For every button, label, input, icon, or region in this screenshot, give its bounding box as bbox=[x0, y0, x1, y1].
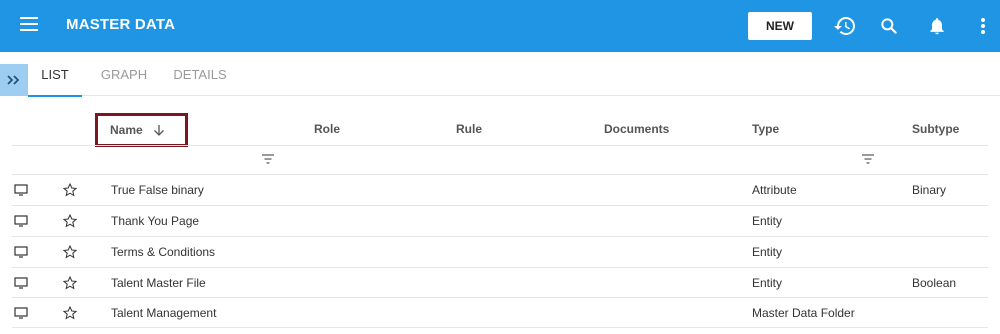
row-name[interactable]: True False binary bbox=[111, 175, 204, 205]
table-row[interactable]: Talent Master File Entity Boolean bbox=[12, 268, 988, 298]
star-icon[interactable] bbox=[63, 306, 77, 320]
rule-column-header[interactable]: Rule bbox=[456, 113, 482, 145]
table-row[interactable]: Thank You Page Entity bbox=[12, 206, 988, 236]
menu-icon[interactable] bbox=[20, 17, 38, 31]
monitor-icon[interactable] bbox=[14, 306, 28, 320]
star-icon[interactable] bbox=[63, 183, 77, 197]
row-type: Master Data Folder bbox=[752, 306, 855, 320]
bell-icon[interactable] bbox=[924, 13, 950, 39]
row-type: Entity bbox=[752, 214, 783, 228]
tab-bar: LIST GRAPH DETAILS bbox=[0, 52, 1000, 97]
row-name[interactable]: Thank You Page bbox=[111, 206, 199, 236]
type-column-header[interactable]: Type bbox=[752, 113, 779, 145]
role-column-header[interactable]: Role bbox=[314, 113, 340, 145]
divider bbox=[12, 145, 988, 146]
name-column-header[interactable]: Name bbox=[95, 113, 188, 147]
more-vert-icon[interactable] bbox=[970, 13, 996, 39]
row-name[interactable]: Talent Master File bbox=[111, 268, 206, 298]
sort-down-icon[interactable] bbox=[153, 124, 165, 136]
divider bbox=[12, 327, 988, 328]
monitor-icon[interactable] bbox=[14, 183, 28, 197]
history-icon[interactable] bbox=[832, 13, 858, 39]
monitor-icon[interactable] bbox=[14, 214, 28, 228]
subtype-column-header[interactable]: Subtype bbox=[912, 113, 959, 145]
tab-graph[interactable]: GRAPH bbox=[94, 52, 154, 96]
tab-list[interactable]: LIST bbox=[28, 52, 82, 97]
table-row[interactable]: Terms & Conditions Entity bbox=[12, 237, 988, 267]
star-icon[interactable] bbox=[63, 214, 77, 228]
app-bar: MASTER DATA NEW bbox=[0, 0, 1000, 52]
monitor-icon[interactable] bbox=[14, 276, 28, 290]
table-row[interactable]: Talent Management Master Data Folder bbox=[12, 298, 988, 328]
tab-details[interactable]: DETAILS bbox=[166, 52, 234, 96]
row-name[interactable]: Talent Management bbox=[111, 298, 216, 328]
row-name[interactable]: Terms & Conditions bbox=[111, 237, 215, 267]
name-header-label: Name bbox=[110, 123, 143, 137]
new-button[interactable]: NEW bbox=[748, 12, 812, 40]
star-icon[interactable] bbox=[63, 245, 77, 259]
row-subtype: Boolean bbox=[912, 276, 957, 290]
row-type: Attribute bbox=[752, 183, 797, 197]
star-icon[interactable] bbox=[63, 276, 77, 290]
filter-icon[interactable] bbox=[262, 154, 274, 164]
row-subtype: Binary bbox=[912, 183, 947, 197]
row-type: Entity bbox=[752, 276, 783, 290]
documents-column-header[interactable]: Documents bbox=[604, 113, 669, 145]
monitor-icon[interactable] bbox=[14, 245, 28, 259]
search-icon[interactable] bbox=[876, 13, 902, 39]
row-type: Entity bbox=[752, 245, 783, 259]
table-row[interactable]: True False binary Attribute Binary bbox=[12, 175, 988, 205]
double-chevron-right-icon[interactable] bbox=[0, 64, 28, 96]
filter-icon[interactable] bbox=[862, 154, 874, 164]
page-title: MASTER DATA bbox=[66, 16, 176, 33]
